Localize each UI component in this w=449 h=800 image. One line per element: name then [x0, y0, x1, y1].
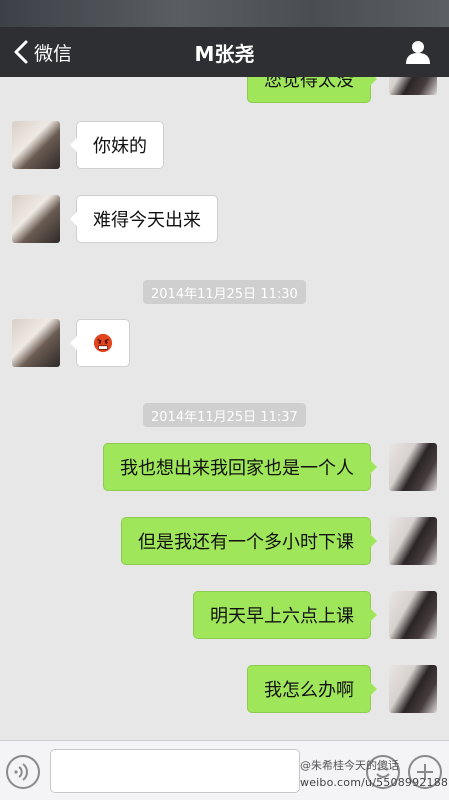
message-text: 但是我还有一个多小时下课 — [138, 532, 354, 553]
watermark-handle: @朱希桂今天的傻话 — [300, 759, 399, 772]
avatar[interactable] — [389, 665, 437, 713]
message-bubble-outgoing[interactable]: 但是我还有一个多小时下课 — [121, 517, 377, 565]
avatar[interactable] — [12, 121, 60, 169]
watermark-url: weibo.com/u/5508992188 — [300, 776, 449, 789]
avatar[interactable] — [389, 77, 437, 95]
message-list[interactable]: 您觉得太没 你妹的 难得今天出来 2014年11月25日 11:30 2014年… — [0, 77, 449, 740]
timestamp-label: 2014年11月25日 11:37 — [143, 403, 306, 427]
message-bubble-outgoing[interactable]: 我怎么办啊 — [247, 665, 377, 713]
profile-icon[interactable] — [405, 39, 431, 65]
voice-button[interactable] — [6, 755, 40, 789]
message-bubble-incoming[interactable] — [70, 319, 130, 367]
status-bar — [0, 0, 449, 27]
message-bubble-incoming[interactable]: 你妹的 — [70, 121, 164, 169]
weibo-watermark: @朱希桂今天的傻话 weibo.com/u/5508992188 — [300, 757, 449, 791]
message-text: 你妹的 — [93, 136, 147, 157]
avatar[interactable] — [389, 517, 437, 565]
message-text: 难得今天出来 — [93, 210, 201, 231]
angry-face-icon — [93, 333, 113, 353]
avatar[interactable] — [12, 319, 60, 367]
message-text: 我也想出来我回家也是一个人 — [120, 458, 354, 479]
timestamp-label: 2014年11月25日 11:30 — [143, 280, 306, 304]
avatar[interactable] — [12, 195, 60, 243]
avatar[interactable] — [389, 591, 437, 639]
message-bubble-incoming[interactable]: 难得今天出来 — [70, 195, 218, 243]
message-bubble-outgoing[interactable]: 您觉得太没 — [247, 77, 377, 103]
navigation-bar: 微信 M张尧 — [0, 27, 449, 77]
message-text: 您觉得太没 — [264, 77, 354, 91]
message-text: 明天早上六点上课 — [210, 606, 354, 627]
message-bubble-outgoing[interactable]: 明天早上六点上课 — [193, 591, 377, 639]
message-input[interactable] — [50, 749, 300, 793]
message-bubble-outgoing[interactable]: 我也想出来我回家也是一个人 — [103, 443, 377, 491]
chat-title: M张尧 — [194, 41, 255, 66]
message-text: 我怎么办啊 — [264, 680, 354, 701]
avatar[interactable] — [389, 443, 437, 491]
voice-icon — [14, 763, 28, 781]
